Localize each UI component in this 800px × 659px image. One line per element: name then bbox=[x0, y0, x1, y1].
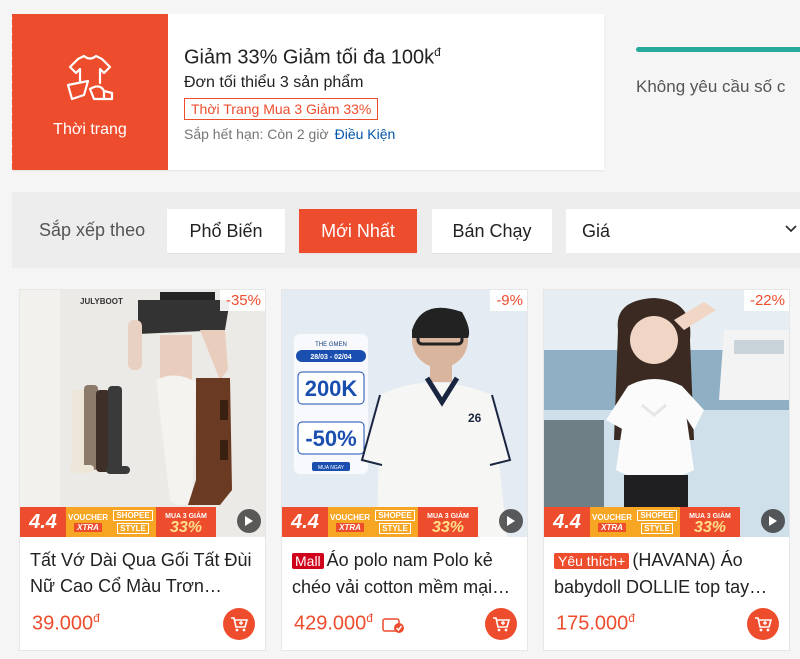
product-price: 429.000đ bbox=[294, 611, 373, 635]
product-card[interactable]: THE GMEN 28/03 - 02/04 200K -50% MUA NGA… bbox=[281, 289, 528, 651]
add-to-cart-button[interactable] bbox=[747, 608, 779, 640]
add-to-cart-button[interactable] bbox=[223, 608, 255, 640]
discount-badge: -35% bbox=[219, 290, 265, 311]
product-image[interactable]: JULYBOOT -35% 4.4 VOUCHER XTRA SHOPEE STYL… bbox=[20, 290, 265, 537]
voucher-conditions-link[interactable]: Điều Kiện bbox=[335, 126, 396, 142]
sort-bestselling-button[interactable]: Bán Chạy bbox=[432, 209, 552, 253]
product-price: 39.000đ bbox=[32, 611, 100, 635]
svg-text:THE GMEN: THE GMEN bbox=[315, 342, 347, 348]
product-title[interactable]: Mall Áo polo nam Polo kẻ chéo vải cotton … bbox=[282, 537, 527, 603]
svg-text:200K: 200K bbox=[305, 376, 358, 401]
cart-icon bbox=[493, 617, 510, 632]
sale-44-label: 4.4 bbox=[544, 507, 590, 537]
mua3-label: MUA 3 GIẢM 33% bbox=[680, 507, 740, 537]
product-price: 175.000đ bbox=[556, 611, 635, 635]
product-card[interactable]: JULYBOOT -35% 4.4 VOUCHER XTRA SHOPEE STYL… bbox=[19, 289, 266, 651]
promo-banner: 4.4 VOUCHER XTRA SHOPEE STYLE MUA 3 GIẢM 33… bbox=[282, 507, 527, 537]
cart-icon bbox=[231, 617, 248, 632]
product-title[interactable]: Tất Vớ Dài Qua Gối Tất Đùi Nữ Cao Cổ Màu… bbox=[20, 537, 265, 603]
voucher-details: Giảm 33% Giảm tối đa 100kđ Đơn tối thiểu… bbox=[168, 14, 441, 170]
product-photo-polo: THE GMEN 28/03 - 02/04 200K -50% MUA NGA… bbox=[282, 290, 527, 537]
voucher-expiry: Sắp hết hạn: Còn 2 giờ Điều Kiện bbox=[184, 125, 396, 142]
chevron-down-icon bbox=[785, 225, 797, 233]
sort-popular-button[interactable]: Phổ Biến bbox=[167, 209, 285, 253]
promo-banner: 4.4 VOUCHER XTRA SHOPEE STYLE MUA 3 GIẢM 33… bbox=[544, 507, 789, 537]
promo-banner: 4.4 VOUCHER XTRA SHOPEE STYLE MUA 3 GIẢM 33… bbox=[20, 507, 265, 537]
cart-icon bbox=[755, 617, 772, 632]
product-card[interactable]: -22% 4.4 VOUCHER XTRA SHOPEE STYLE MUA 3 G… bbox=[543, 289, 790, 651]
price-select-label: Giá bbox=[582, 220, 611, 241]
svg-text:26: 26 bbox=[468, 411, 482, 425]
sale-44-label: 4.4 bbox=[20, 507, 66, 537]
svg-text:MUA NGAY: MUA NGAY bbox=[318, 465, 345, 471]
voucher-category-label: Thời trang bbox=[53, 121, 127, 138]
sort-bar: Sắp xếp theo Phổ Biến Mới Nhất Bán Chạy … bbox=[12, 192, 800, 268]
mall-badge: Mall bbox=[292, 553, 324, 569]
discount-badge: -22% bbox=[743, 290, 789, 311]
product-image[interactable]: THE GMEN 28/03 - 02/04 200K -50% MUA NGA… bbox=[282, 290, 527, 537]
svg-text:JULYBOOT: JULYBOOT bbox=[80, 297, 123, 306]
voucher-min-order: Đơn tối thiểu 3 sản phẩm bbox=[184, 73, 364, 91]
sort-price-select[interactable]: Giá bbox=[566, 209, 800, 253]
product-title[interactable]: Yêu thích+ (HAVANA) Áo babydoll DOLLIE to… bbox=[544, 537, 789, 603]
mua3-label: MUA 3 GIẢM 33% bbox=[418, 507, 478, 537]
discount-badge: -9% bbox=[490, 290, 527, 311]
mua3-label: MUA 3 GIẢM 33% bbox=[156, 507, 216, 537]
shopee-style-label: SHOPEE STYLE bbox=[372, 507, 418, 537]
add-to-cart-button[interactable] bbox=[485, 608, 517, 640]
product-photo-socks: JULYBOOT bbox=[20, 290, 265, 537]
shipping-voucher-icon bbox=[382, 618, 404, 633]
play-video-icon[interactable] bbox=[499, 509, 523, 533]
voucher-xtra-label: VOUCHER XTRA bbox=[590, 507, 634, 537]
product-image[interactable]: -22% 4.4 VOUCHER XTRA SHOPEE STYLE MUA 3 G… bbox=[544, 290, 789, 537]
voucher-card: Thời trang Giảm 33% Giảm tối đa 100kđ Đơ… bbox=[9, 14, 604, 170]
clothing-icon bbox=[66, 54, 114, 101]
sort-label: Sắp xếp theo bbox=[39, 220, 146, 240]
voucher-tag: Thời Trang Mua 3 Giảm 33% bbox=[184, 97, 379, 120]
play-video-icon[interactable] bbox=[761, 509, 785, 533]
product-photo-babydoll bbox=[544, 290, 789, 537]
promo-progress-bar bbox=[636, 47, 800, 52]
shopee-style-label: SHOPEE STYLE bbox=[634, 507, 680, 537]
sale-44-label: 4.4 bbox=[282, 507, 328, 537]
voucher-title: Giảm 33% Giảm tối đa 100kđ bbox=[184, 45, 441, 69]
favorite-plus-badge: Yêu thích+ bbox=[554, 553, 630, 569]
svg-text:-50%: -50% bbox=[305, 426, 356, 451]
promo-text: Không yêu cầu số c bbox=[636, 77, 786, 96]
svg-text:28/03 - 02/04: 28/03 - 02/04 bbox=[310, 354, 351, 361]
shopee-style-label: SHOPEE STYLE bbox=[110, 507, 156, 537]
voucher-category-panel: Thời trang bbox=[9, 14, 168, 170]
voucher-xtra-label: VOUCHER XTRA bbox=[66, 507, 110, 537]
play-video-icon[interactable] bbox=[237, 509, 261, 533]
voucher-xtra-label: VOUCHER XTRA bbox=[328, 507, 372, 537]
sort-newest-button[interactable]: Mới Nhất bbox=[299, 209, 417, 253]
